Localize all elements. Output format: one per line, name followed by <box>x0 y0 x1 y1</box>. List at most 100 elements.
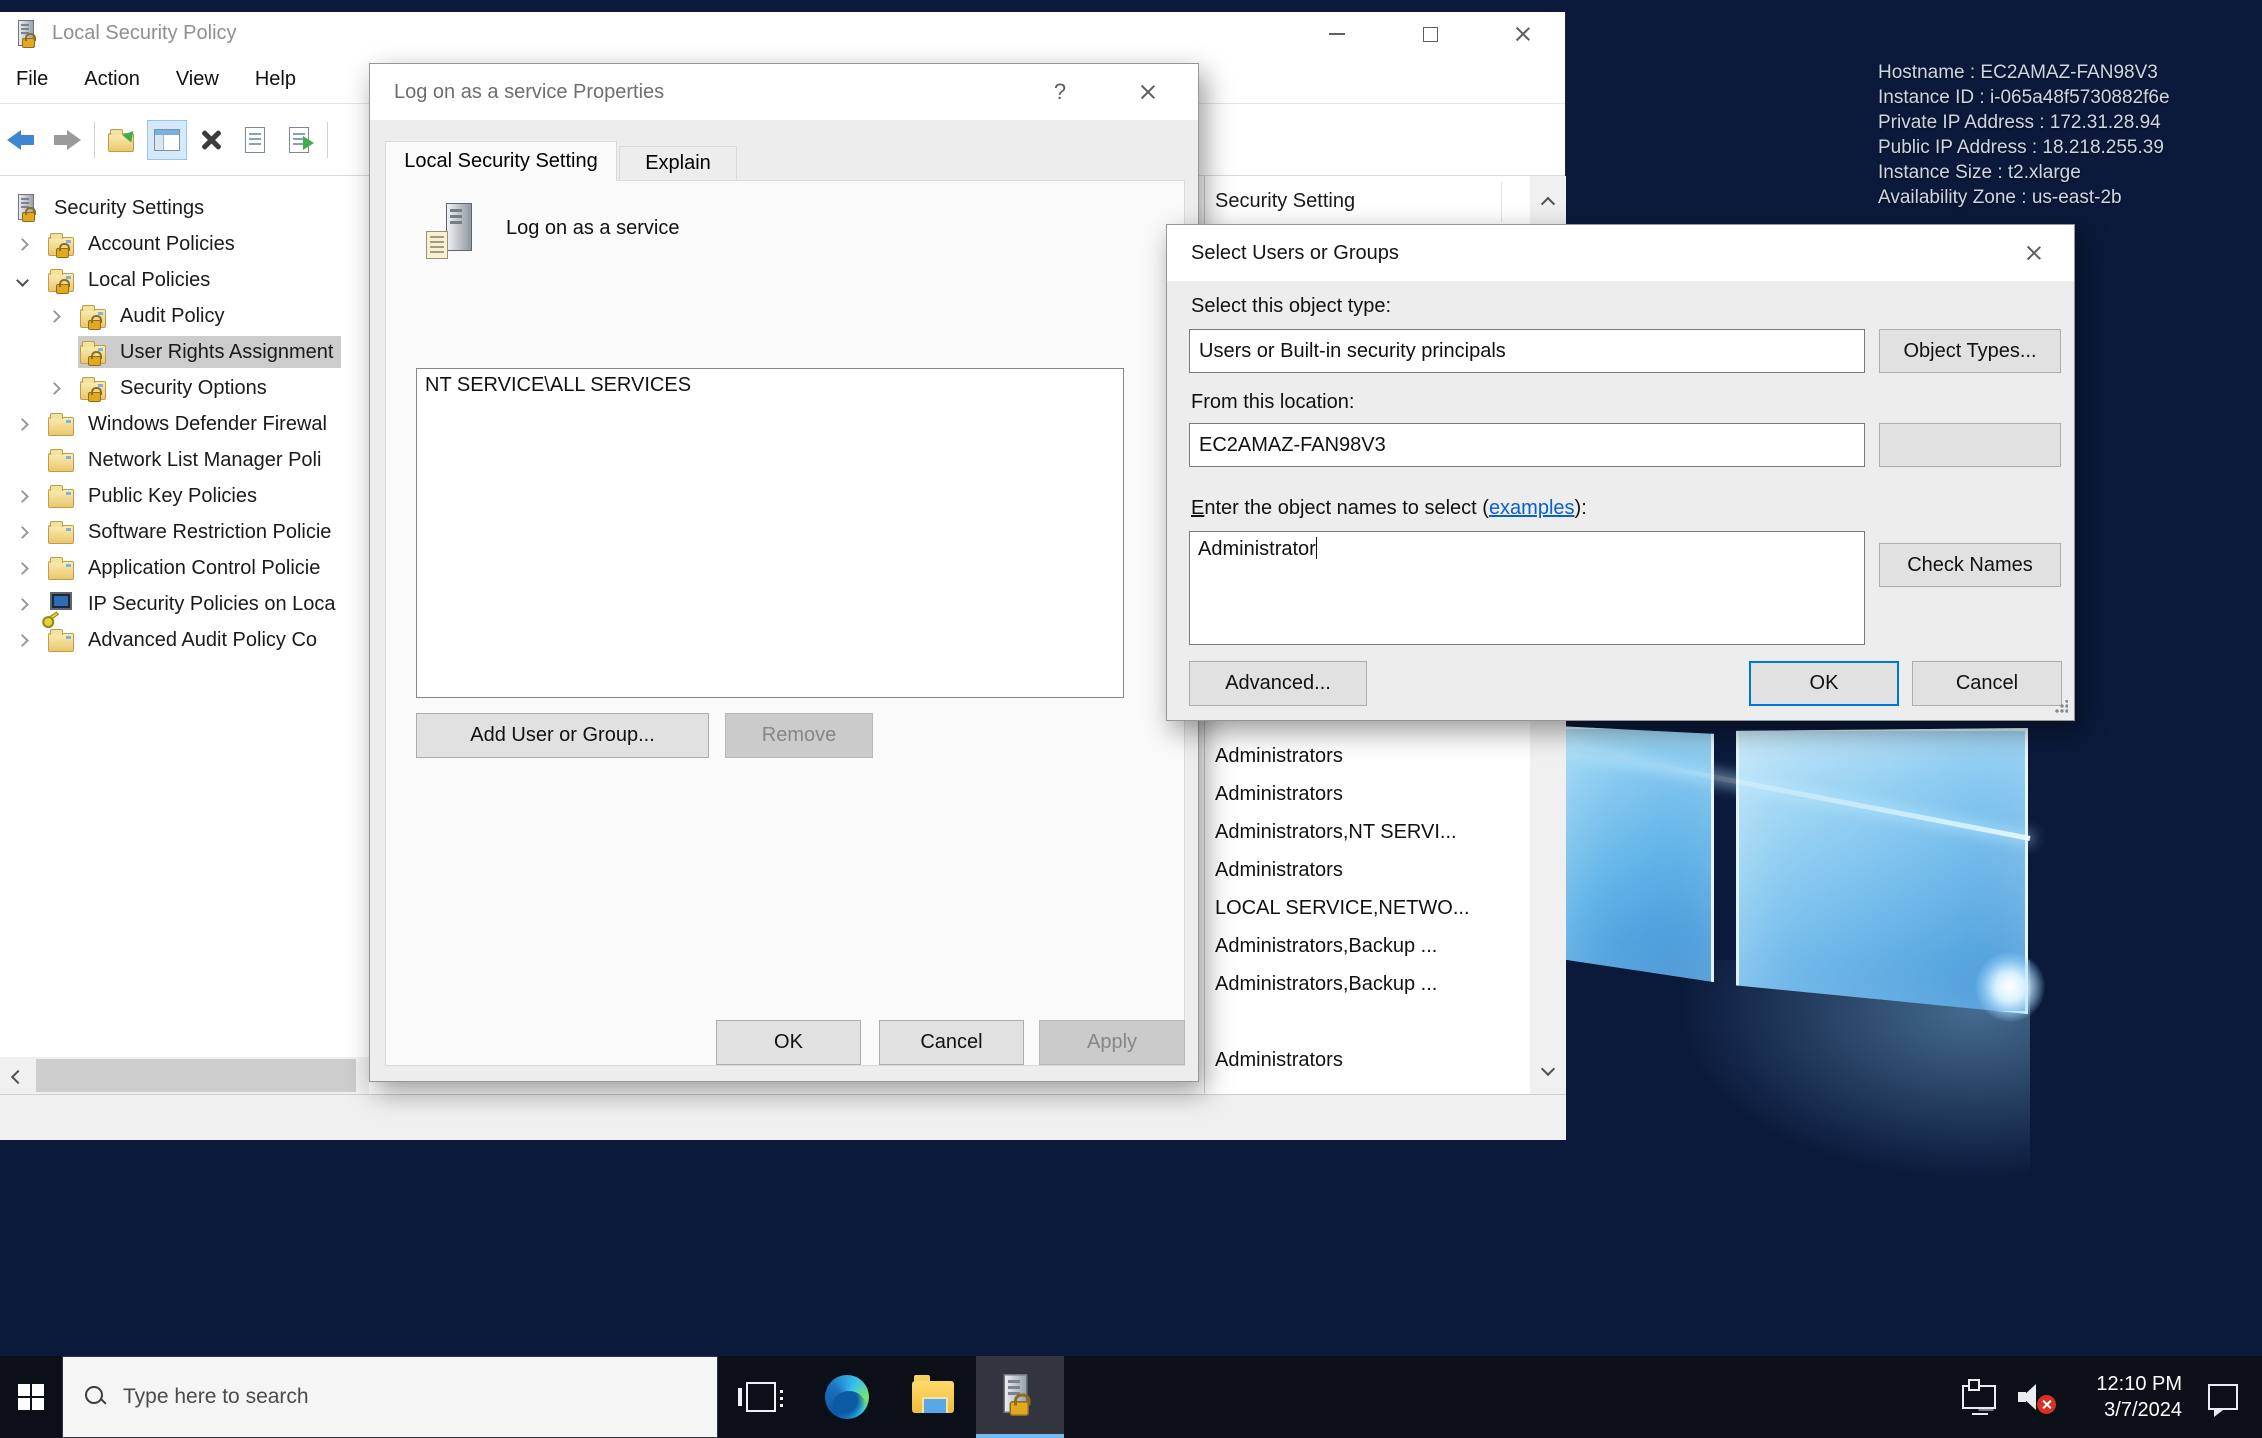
dialog-close-button[interactable] <box>2012 233 2056 273</box>
folder-icon <box>48 554 78 582</box>
close-icon <box>1139 83 1157 101</box>
toolbar-show-tree-button[interactable] <box>145 118 189 162</box>
ec2-instance-info: Hostname : EC2AMAZ-FAN98V3Instance ID : … <box>1878 60 2170 210</box>
minimize-button[interactable] <box>1305 12 1369 56</box>
instance-info-line: Private IP Address : 172.31.28.94 <box>1878 110 2170 135</box>
file-explorer-button[interactable] <box>890 1356 976 1438</box>
scroll-left-button[interactable] <box>0 1057 36 1094</box>
toolbar-forward-button[interactable] <box>44 118 88 162</box>
tree-item-content: Public Key Policies <box>46 480 265 512</box>
select-users-or-groups-dialog: Select Users or Groups Select this objec… <box>1166 224 2075 721</box>
check-names-button[interactable]: Check Names <box>1879 543 2061 587</box>
toolbar-delete-button[interactable] <box>189 118 233 162</box>
menu-file[interactable]: File <box>16 68 48 91</box>
scroll-down-button[interactable] <box>1530 1044 1566 1094</box>
toolbar-export-folder-button[interactable] <box>101 118 145 162</box>
help-button[interactable]: ? <box>1038 72 1082 112</box>
volume-muted-icon[interactable] <box>2018 1382 2052 1412</box>
locations-button[interactable] <box>1879 423 2061 467</box>
policy-row[interactable]: Administrators <box>1215 851 1343 889</box>
tab-explain[interactable]: Explain <box>619 146 737 181</box>
policy-row[interactable]: Administrators <box>1215 737 1343 775</box>
tree-item-label: Windows Defender Firewal <box>88 413 327 436</box>
tree-item-label: Public Key Policies <box>88 485 257 508</box>
chevron-right-icon[interactable] <box>16 418 29 431</box>
scroll-up-button[interactable] <box>1530 176 1566 226</box>
location-field[interactable]: EC2AMAZ-FAN98V3 <box>1189 423 1865 467</box>
tree-item-content: Security Options <box>78 372 275 404</box>
horizontal-scrollbar[interactable] <box>0 1057 369 1094</box>
tree-item-content: Network List Manager Poli <box>46 444 329 476</box>
label-text: nter the object names to select ( <box>1204 497 1489 519</box>
resize-grip[interactable] <box>2054 700 2068 714</box>
tree-item-label: Account Policies <box>88 233 235 256</box>
dialog-titlebar[interactable]: Select Users or Groups <box>1167 225 2074 281</box>
object-types-button[interactable]: Object Types... <box>1879 329 2061 373</box>
column-header-label: Security Setting <box>1215 190 1355 213</box>
folder-icon <box>48 446 78 474</box>
chevron-right-icon[interactable] <box>16 238 29 251</box>
list-item[interactable]: NT SERVICE\ALL SERVICES <box>417 369 1123 397</box>
chevron-right-icon[interactable] <box>16 598 29 611</box>
menu-help[interactable]: Help <box>255 68 296 91</box>
task-view-button[interactable] <box>718 1356 804 1438</box>
chevron-left-icon <box>11 1069 25 1083</box>
ok-button[interactable]: OK <box>1749 661 1899 706</box>
tree-item-content: User Rights Assignment <box>78 336 341 368</box>
policy-row[interactable]: LOCAL SERVICE,NETWO... <box>1215 889 1470 927</box>
dialog-close-button[interactable] <box>1126 72 1170 112</box>
policy-row[interactable]: Administrators,NT SERVI... <box>1215 813 1457 851</box>
document-icon <box>426 231 448 259</box>
maximize-button[interactable] <box>1398 12 1462 56</box>
advanced-button[interactable]: Advanced... <box>1189 661 1367 706</box>
policy-row[interactable]: Administrators <box>1215 1041 1343 1079</box>
folder-icon <box>48 453 74 472</box>
label-suffix: ): <box>1575 497 1587 519</box>
chevron-down-icon[interactable] <box>16 274 29 287</box>
tree-item-label: Audit Policy <box>120 305 225 328</box>
toolbar-properties-doc-button[interactable] <box>233 118 277 162</box>
object-names-input[interactable]: Administrator <box>1189 531 1865 645</box>
assigned-accounts-list[interactable]: NT SERVICE\ALL SERVICES <box>416 368 1124 698</box>
close-button[interactable] <box>1491 12 1555 56</box>
accel-letter: E <box>1191 497 1204 519</box>
folder-icon <box>48 561 74 580</box>
taskbar: Type here to search 12:10 PM 3/7/2024 <box>0 1356 2262 1438</box>
window-titlebar[interactable]: Local Security Policy <box>0 12 1565 56</box>
chevron-right-icon[interactable] <box>48 310 61 323</box>
chevron-right-icon[interactable] <box>16 526 29 539</box>
action-center-icon[interactable] <box>2208 1384 2238 1410</box>
taskbar-search[interactable]: Type here to search <box>62 1356 718 1438</box>
scrollbar-thumb[interactable] <box>36 1059 356 1092</box>
chevron-right-icon[interactable] <box>16 634 29 647</box>
chevron-right-icon[interactable] <box>16 490 29 503</box>
cancel-button[interactable]: Cancel <box>1912 661 2062 706</box>
policy-row[interactable]: Administrators,Backup ... <box>1215 927 1437 965</box>
policy-row[interactable]: Administrators,Backup ... <box>1215 965 1437 1003</box>
tree-item-label: Software Restriction Policie <box>88 521 331 544</box>
policy-row[interactable]: Administrators <box>1215 775 1343 813</box>
ok-button[interactable]: OK <box>716 1020 861 1065</box>
edge-button[interactable] <box>804 1356 890 1438</box>
object-type-field[interactable]: Users or Built-in security principals <box>1189 329 1865 373</box>
network-icon[interactable] <box>1962 1385 1996 1409</box>
toolbar-separator <box>94 122 95 158</box>
tab-local-security-setting[interactable]: Local Security Setting <box>385 141 617 181</box>
menu-view[interactable]: View <box>176 68 219 91</box>
column-header[interactable]: Security Setting <box>1204 176 1530 228</box>
start-button[interactable] <box>0 1356 62 1438</box>
column-separator[interactable] <box>1501 182 1502 222</box>
folder-lock-icon <box>80 302 110 330</box>
examples-link[interactable]: examples <box>1489 497 1575 519</box>
toolbar-back-button[interactable] <box>0 118 44 162</box>
taskbar-clock[interactable]: 12:10 PM 3/7/2024 <box>2070 1371 2182 1423</box>
add-user-or-group-button[interactable]: Add User or Group... <box>416 713 709 758</box>
toolbar-separator <box>327 122 328 158</box>
chevron-right-icon[interactable] <box>16 562 29 575</box>
toolbar-export-list-button[interactable] <box>277 118 321 162</box>
lock-icon <box>22 212 35 222</box>
menu-action[interactable]: Action <box>84 68 140 91</box>
cancel-button[interactable]: Cancel <box>879 1020 1024 1065</box>
local-security-policy-taskbar-button[interactable] <box>976 1356 1064 1438</box>
chevron-right-icon[interactable] <box>48 382 61 395</box>
